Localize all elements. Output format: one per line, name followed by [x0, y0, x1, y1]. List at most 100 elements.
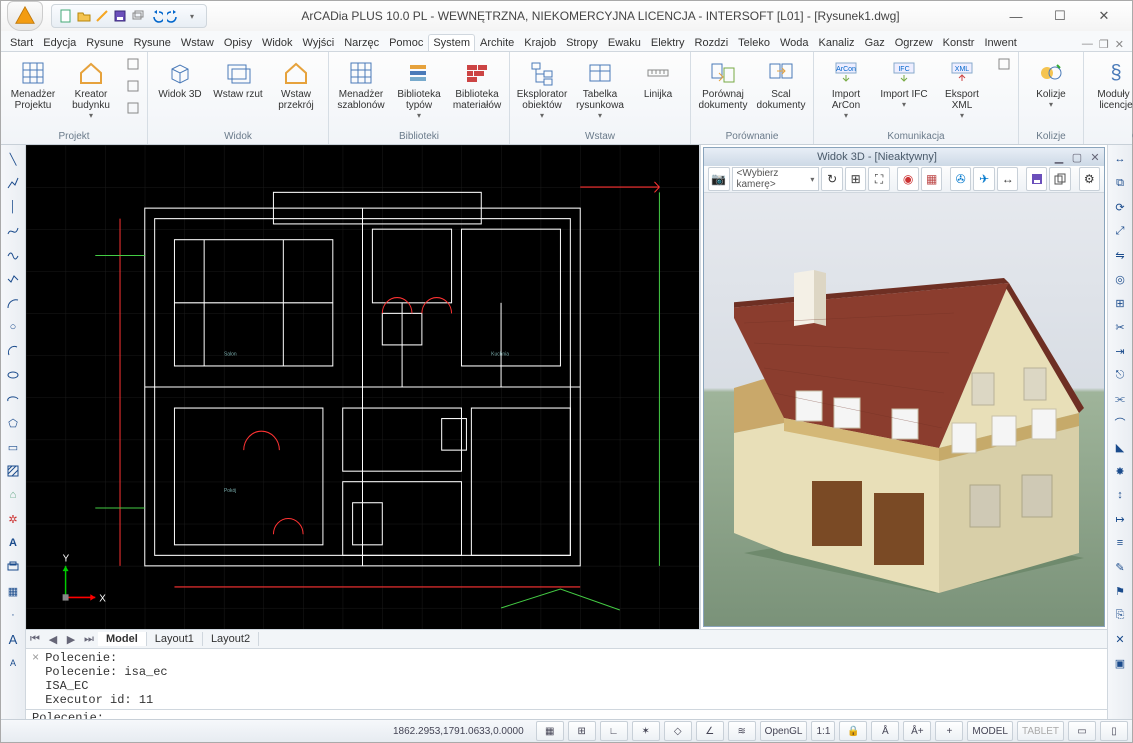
- modify-props-icon[interactable]: ⚑: [1110, 581, 1130, 601]
- modify-trim-icon[interactable]: ✂: [1110, 317, 1130, 337]
- ribbon-wstaw-rzut-button[interactable]: Wstaw rzut: [210, 54, 266, 103]
- maximize-button[interactable]: ☐: [1038, 2, 1082, 30]
- mini-button-1[interactable]: [123, 76, 143, 96]
- ribbon-tab-rysune[interactable]: Rysune: [81, 34, 128, 51]
- modify-array-icon[interactable]: ⊞: [1110, 293, 1130, 313]
- modify-align-icon[interactable]: ≡: [1110, 533, 1130, 553]
- layout-tab-layout2[interactable]: Layout2: [203, 632, 259, 646]
- ribbon-tab-ewaku[interactable]: Ewaku: [603, 34, 646, 51]
- render-shaded-icon[interactable]: ◉: [897, 167, 919, 191]
- layout-tab-model[interactable]: Model: [98, 632, 147, 646]
- ribbon-tab-edycja[interactable]: Edycja: [38, 34, 81, 51]
- ribbon-tab-woda[interactable]: Woda: [775, 34, 814, 51]
- polar-toggle[interactable]: ✶: [632, 721, 660, 741]
- mini-button-0[interactable]: [123, 54, 143, 74]
- mdi-restore-icon[interactable]: ❐: [1099, 38, 1109, 51]
- lwt-toggle[interactable]: ≋: [728, 721, 756, 741]
- tab-last-icon[interactable]: ⏭: [80, 633, 98, 646]
- ellipse-arc-tool-icon[interactable]: [3, 389, 23, 409]
- camera-select[interactable]: <Wybierz kamerę> ▾: [732, 167, 820, 191]
- ribbon-tab-konstr[interactable]: Konstr: [938, 34, 980, 51]
- app-menu-button[interactable]: [7, 1, 43, 31]
- copy-view-icon[interactable]: [1049, 167, 1071, 191]
- minimize-button[interactable]: —: [994, 2, 1038, 30]
- block-tool-icon[interactable]: ⌂: [3, 485, 23, 505]
- zigzag-tool-icon[interactable]: [3, 269, 23, 289]
- ribbon-kreator-budynku-button[interactable]: Kreator budynku▾: [63, 54, 119, 123]
- ribbon-import-arcon-button[interactable]: ArConImport ArCon▾: [818, 54, 874, 123]
- circle-tool-icon[interactable]: ○: [3, 317, 23, 337]
- rect-tool-icon[interactable]: ▭: [3, 437, 23, 457]
- qat-open-icon[interactable]: [76, 8, 92, 24]
- save-view-icon[interactable]: [1026, 167, 1048, 191]
- modify-erase-icon[interactable]: ✕: [1110, 629, 1130, 649]
- polyline-tool-icon[interactable]: [3, 173, 23, 193]
- ribbon-tab-rozdzi[interactable]: Rozdzi: [690, 34, 734, 51]
- ribbon-menad-er-szablon-w-button[interactable]: Menadżer szablonów: [333, 54, 389, 114]
- ribbon-wstaw-przekr-j-button[interactable]: Wstaw przekrój: [268, 54, 324, 114]
- extra1-toggle[interactable]: ▭: [1068, 721, 1096, 741]
- tab-first-icon[interactable]: ⏮: [26, 633, 44, 646]
- ribbon-tab-rysune[interactable]: Rysune: [129, 34, 176, 51]
- ribbon-scal-dokumenty-button[interactable]: Scal dokumenty: [753, 54, 809, 114]
- close-button[interactable]: ✕: [1082, 2, 1126, 30]
- snap-toggle[interactable]: ▦: [536, 721, 564, 741]
- ribbon-tab-wyjści[interactable]: Wyjści: [298, 34, 340, 51]
- scale-indicator[interactable]: 1:1: [811, 721, 835, 741]
- cloud-tool-icon[interactable]: ✲: [3, 509, 23, 529]
- ribbon-tab-inwent[interactable]: Inwent: [979, 34, 1021, 51]
- render-textured-icon[interactable]: ▦: [921, 167, 943, 191]
- mini-button-0[interactable]: [994, 54, 1014, 74]
- vline-tool-icon[interactable]: │: [3, 197, 23, 217]
- ribbon-tab-opisy[interactable]: Opisy: [219, 34, 257, 51]
- zoom-extents-icon[interactable]: ⛶: [868, 167, 890, 191]
- ribbon-por-wnaj-dokumenty-button[interactable]: Porównaj dokumenty: [695, 54, 751, 114]
- view3d-canvas[interactable]: [704, 193, 1104, 626]
- osnap-toggle[interactable]: ◇: [664, 721, 692, 741]
- spline-tool-icon[interactable]: [3, 221, 23, 241]
- modify-scale-icon[interactable]: ⤢: [1110, 221, 1130, 241]
- tablet-button[interactable]: TABLET: [1017, 721, 1064, 741]
- ribbon-eksplorator-obiekt-w-button[interactable]: Eksplorator obiektów▾: [514, 54, 570, 123]
- opengl-indicator[interactable]: OpenGL: [760, 721, 808, 741]
- tab-prev-icon[interactable]: ◀: [44, 633, 62, 646]
- modify-edit-icon[interactable]: ✎: [1110, 557, 1130, 577]
- hatch-tool-icon[interactable]: [3, 461, 23, 481]
- line-tool-icon[interactable]: ╲: [3, 149, 23, 169]
- modify-break-icon[interactable]: ⎋: [1110, 365, 1130, 385]
- print-icon[interactable]: [3, 557, 23, 577]
- ribbon-tab-gaz[interactable]: Gaz: [860, 34, 890, 51]
- view3d-close-icon[interactable]: ✕: [1086, 151, 1104, 164]
- layout-tab-layout1[interactable]: Layout1: [147, 632, 203, 646]
- text-multi-icon[interactable]: A: [3, 653, 23, 673]
- ribbon-menad-er-projektu-button[interactable]: Menadżer Projektu: [5, 54, 61, 114]
- ribbon-linijka-button[interactable]: Linijka: [630, 54, 686, 103]
- tab-next-icon[interactable]: ▶: [62, 633, 80, 646]
- model-button[interactable]: MODEL: [967, 721, 1013, 741]
- grid-toggle[interactable]: ⊞: [568, 721, 596, 741]
- annovisibility-toggle[interactable]: Å: [871, 721, 899, 741]
- ribbon-tab-ogrzew[interactable]: Ogrzew: [890, 34, 938, 51]
- measure-icon[interactable]: ↔: [997, 167, 1019, 191]
- command-close-icon[interactable]: ×: [32, 651, 39, 665]
- ribbon-import-ifc-button[interactable]: IFCImport IFC▾: [876, 54, 932, 112]
- qat-layers-icon[interactable]: [130, 8, 146, 24]
- ribbon-tabelka-rysunkowa-button[interactable]: Tabelka rysunkowa▾: [572, 54, 628, 123]
- modify-rotate-icon[interactable]: ⟳: [1110, 197, 1130, 217]
- settings-icon[interactable]: ⚙: [1079, 167, 1101, 191]
- modify-copy-icon[interactable]: ⧉: [1110, 173, 1130, 193]
- mdi-close-icon[interactable]: ✕: [1115, 38, 1124, 51]
- ribbon-modu-y-i-licencje-button[interactable]: §Moduły i licencje: [1088, 54, 1133, 114]
- arc-tool-icon[interactable]: [3, 293, 23, 313]
- freehand-tool-icon[interactable]: [3, 245, 23, 265]
- ribbon-tab-stropy[interactable]: Stropy: [561, 34, 603, 51]
- ribbon-tab-krajob[interactable]: Krajob: [519, 34, 561, 51]
- view3d-minimize-icon[interactable]: ▁: [1050, 151, 1068, 164]
- ribbon-tab-elektry[interactable]: Elektry: [646, 34, 690, 51]
- modify-lengthen-icon[interactable]: ↦: [1110, 509, 1130, 529]
- ribbon-kolizje-button[interactable]: Kolizje▾: [1023, 54, 1079, 112]
- qat-undo-icon[interactable]: [148, 8, 164, 24]
- polygon-tool-icon[interactable]: ⬠: [3, 413, 23, 433]
- ribbon-tab-kanaliz[interactable]: Kanaliz: [813, 34, 859, 51]
- qat-dropdown-icon[interactable]: ▾: [184, 8, 200, 24]
